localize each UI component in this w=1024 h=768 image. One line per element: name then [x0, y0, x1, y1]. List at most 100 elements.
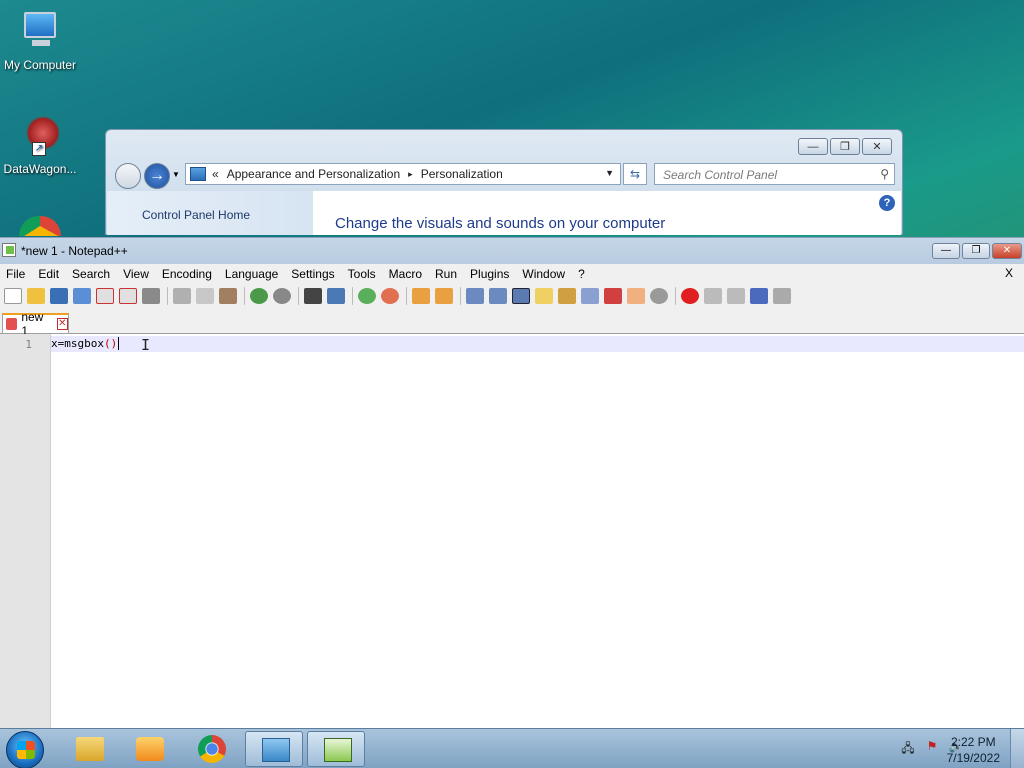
control-panel-caption-buttons: — ❐ ✕ [798, 138, 892, 155]
chrome-desktop-icon[interactable] [19, 216, 61, 236]
redo-icon[interactable] [273, 288, 291, 304]
function-list-icon[interactable] [604, 288, 622, 304]
undo-icon[interactable] [250, 288, 268, 304]
minimize-button[interactable]: — [932, 243, 960, 259]
address-dropdown-icon[interactable]: ▼ [605, 168, 614, 178]
sync-vertical-icon[interactable] [412, 288, 430, 304]
document-map-icon[interactable] [558, 288, 576, 304]
breadcrumb-prefix: « [212, 167, 219, 181]
menu-tools[interactable]: Tools [342, 267, 383, 281]
open-file-icon[interactable] [27, 288, 45, 304]
play-macro-icon[interactable] [727, 288, 745, 304]
close-button[interactable]: ✕ [992, 243, 1022, 259]
replace-icon[interactable] [327, 288, 345, 304]
unsaved-file-icon [6, 318, 18, 330]
notepad-plus-plus-icon [324, 738, 352, 762]
taskbar-media-player-button[interactable] [120, 731, 178, 767]
paste-icon[interactable] [219, 288, 237, 304]
close-file-icon[interactable] [96, 288, 114, 304]
indent-guide-icon[interactable] [512, 288, 530, 304]
recent-pages-chevron-icon[interactable]: ▼ [172, 170, 180, 179]
back-button[interactable] [115, 163, 141, 189]
menu-bar: File Edit Search View Encoding Language … [0, 264, 1024, 284]
word-wrap-icon[interactable] [466, 288, 484, 304]
desktop-icon-datawagon[interactable]: ↗ DataWagon... [0, 114, 80, 176]
search-icon[interactable]: ⚲ [880, 167, 889, 181]
cut-icon[interactable] [173, 288, 191, 304]
control-panel-main: Change the visuals and sounds on your co… [313, 191, 901, 235]
show-all-chars-icon[interactable] [489, 288, 507, 304]
document-list-icon[interactable] [581, 288, 599, 304]
menu-settings[interactable]: Settings [285, 267, 341, 281]
control-panel-left-nav: Control Panel Home [107, 191, 313, 235]
taskbar: 🖧 ⚑ 🔈 2:22 PM 7/19/2022 [0, 728, 1024, 768]
sync-horizontal-icon[interactable] [435, 288, 453, 304]
show-desktop-button[interactable] [1010, 729, 1024, 768]
folder-icon [76, 737, 104, 761]
network-icon[interactable]: 🖧 [900, 739, 916, 755]
line-number: 1 [25, 338, 32, 351]
desktop-icon-label: DataWagon... [3, 162, 77, 176]
help-icon[interactable]: ? [879, 195, 895, 211]
minimize-button[interactable]: — [798, 138, 828, 155]
start-button[interactable] [6, 731, 44, 768]
tab-close-icon[interactable]: ✕ [56, 318, 68, 330]
maximize-button[interactable]: ❐ [962, 243, 990, 259]
save-icon[interactable] [50, 288, 68, 304]
taskbar-chrome-button[interactable] [182, 731, 240, 767]
folder-workspace-icon[interactable] [627, 288, 645, 304]
notepad-title-bar[interactable]: *new 1 - Notepad++ — ❐ ✕ [0, 238, 1024, 264]
user-defined-language-icon[interactable] [535, 288, 553, 304]
close-document-button[interactable]: X [999, 266, 1020, 280]
text-editor[interactable]: 1 x=msgbox() I [0, 334, 1024, 729]
refresh-button[interactable]: ⇆ [623, 163, 647, 185]
run-macro-multiple-icon[interactable] [750, 288, 768, 304]
record-macro-icon[interactable] [681, 288, 699, 304]
toolbar-separator [298, 287, 299, 305]
stop-macro-icon[interactable] [704, 288, 722, 304]
menu-edit[interactable]: Edit [32, 267, 66, 281]
media-player-icon [136, 737, 164, 761]
save-macro-icon[interactable] [773, 288, 791, 304]
taskbar-control-panel-button[interactable] [245, 731, 303, 767]
maximize-button[interactable]: ❐ [830, 138, 860, 155]
page-title: Change the visuals and sounds on your co… [335, 215, 666, 232]
breadcrumb-separator-icon[interactable]: ▸ [408, 169, 413, 180]
clock[interactable]: 2:22 PM 7/19/2022 [947, 734, 1000, 766]
zoom-out-icon[interactable] [381, 288, 399, 304]
copy-icon[interactable] [196, 288, 214, 304]
menu-encoding[interactable]: Encoding [156, 267, 219, 281]
print-icon[interactable] [142, 288, 160, 304]
forward-button[interactable]: → [144, 163, 170, 189]
save-all-icon[interactable] [73, 288, 91, 304]
breadcrumb-item-personalization[interactable]: Personalization [421, 167, 503, 181]
find-icon[interactable] [304, 288, 322, 304]
close-all-icon[interactable] [119, 288, 137, 304]
menu-window[interactable]: Window [516, 267, 572, 281]
menu-plugins[interactable]: Plugins [464, 267, 516, 281]
new-file-icon[interactable] [4, 288, 22, 304]
close-button[interactable]: ✕ [862, 138, 892, 155]
menu-view[interactable]: View [117, 267, 156, 281]
monitoring-icon[interactable] [650, 288, 668, 304]
tab-new-1[interactable]: new 1 ✕ [2, 310, 69, 338]
toolbar-separator [675, 287, 676, 305]
menu-search[interactable]: Search [66, 267, 117, 281]
menu-language[interactable]: Language [219, 267, 285, 281]
action-center-flag-icon[interactable]: ⚑ [924, 739, 940, 755]
code-line[interactable]: x=msgbox() [51, 337, 126, 350]
menu-macro[interactable]: Macro [383, 267, 429, 281]
breadcrumb-item-appearance[interactable]: Appearance and Personalization [227, 167, 400, 181]
menu-file[interactable]: File [0, 267, 32, 281]
menu-help[interactable]: ? [572, 267, 592, 281]
taskbar-explorer-button[interactable] [60, 731, 118, 767]
text-caret [118, 337, 126, 350]
address-bar[interactable]: « Appearance and Personalization ▸ Perso… [185, 163, 621, 185]
toolbar-separator [244, 287, 245, 305]
taskbar-notepad-button[interactable] [307, 731, 365, 767]
desktop-icon-my-computer[interactable]: My Computer [0, 10, 80, 72]
zoom-in-icon[interactable] [358, 288, 376, 304]
search-input[interactable]: Search Control Panel ⚲ [654, 163, 895, 185]
control-panel-home-link[interactable]: Control Panel Home [142, 208, 250, 222]
menu-run[interactable]: Run [429, 267, 464, 281]
